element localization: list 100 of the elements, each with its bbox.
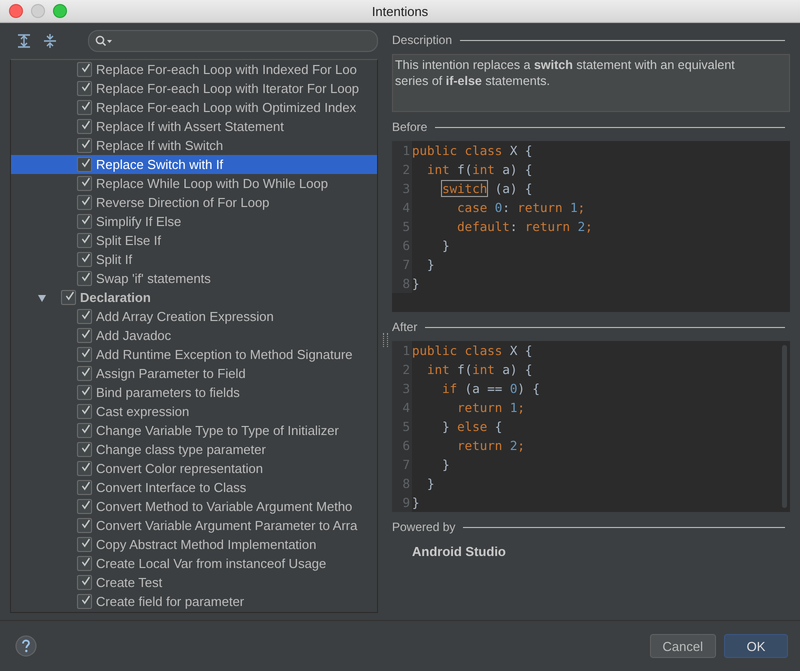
expand-arrow-icon[interactable] <box>37 292 47 302</box>
checkbox[interactable] <box>77 499 92 514</box>
item-label: Add Runtime Exception to Method Signature <box>96 347 353 362</box>
tree-item[interactable]: Change Variable Type to Type of Initializer <box>11 421 377 440</box>
collapse-all-icon[interactable] <box>42 33 58 49</box>
tree-item[interactable]: Split If <box>11 250 377 269</box>
code-line: int f(int a) { <box>426 362 532 377</box>
ok-button[interactable]: OK <box>724 634 788 658</box>
item-label: Swap 'if' statements <box>96 271 211 286</box>
tree-item[interactable]: Replace If with Switch <box>11 136 377 155</box>
item-label: Create Local Var from instanceof Usage <box>96 556 326 571</box>
checkbox[interactable] <box>77 518 92 533</box>
checkbox[interactable] <box>77 347 92 362</box>
plugin-name: Android Studio <box>411 543 507 559</box>
checkbox[interactable] <box>77 537 92 552</box>
checkbox[interactable] <box>77 575 92 590</box>
tree-item[interactable]: Convert Variable Argument Parameter to Arra <box>11 516 377 535</box>
tree-item[interactable]: Add Runtime Exception to Method Signature <box>11 345 377 364</box>
help-icon <box>15 635 37 657</box>
tree-item[interactable]: Reverse Direction of For Loop <box>11 193 377 212</box>
splitter-handle[interactable] <box>383 333 388 347</box>
section-heading: Powered by <box>392 520 456 534</box>
code-line: } else { <box>441 419 502 434</box>
item-label: Convert Color representation <box>96 461 263 476</box>
scrollbar[interactable] <box>782 345 787 508</box>
item-label: Split If <box>96 252 132 267</box>
code-line: } <box>426 257 435 272</box>
tree-item[interactable]: Convert Interface to Class <box>11 478 377 497</box>
tree-item[interactable]: Swap 'if' statements <box>11 269 377 288</box>
tree-item[interactable]: Split Else If <box>11 231 377 250</box>
checkbox[interactable] <box>77 309 92 324</box>
tree-item[interactable]: Create Local Var from instanceof Usage <box>11 554 377 573</box>
checkbox[interactable] <box>77 385 92 400</box>
cancel-button[interactable]: Cancel <box>650 634 716 658</box>
item-label: Split Else If <box>96 233 162 248</box>
checkbox[interactable] <box>77 81 92 96</box>
tree-item[interactable]: Add Javadoc <box>11 326 377 345</box>
checkbox[interactable] <box>61 290 76 305</box>
close-button[interactable] <box>9 4 23 18</box>
code-line: return 2; <box>456 438 525 453</box>
tree-item[interactable]: Copy Abstract Method Implementation <box>11 535 377 554</box>
checkbox[interactable] <box>77 176 92 191</box>
tree-item[interactable]: Create field for parameter <box>11 592 377 611</box>
checkbox[interactable] <box>77 366 92 381</box>
code-line: return 1; <box>456 400 525 415</box>
code-line: public class X { <box>412 143 532 158</box>
tree-item[interactable]: Replace Switch with If <box>11 155 377 174</box>
item-label: Replace If with Assert Statement <box>96 119 284 134</box>
help-button[interactable] <box>15 635 37 657</box>
checkbox[interactable] <box>77 480 92 495</box>
checkbox[interactable] <box>77 138 92 153</box>
zoom-button[interactable] <box>53 4 67 18</box>
tree-item[interactable]: Convert Color representation <box>11 459 377 478</box>
tree-item[interactable]: Replace While Loop with Do While Loop <box>11 174 377 193</box>
tree-item[interactable]: Replace For-each Loop with Iterator For Loop <box>11 79 377 98</box>
checkbox[interactable] <box>77 252 92 267</box>
checkbox[interactable] <box>77 62 92 77</box>
code-line: switch (a) { <box>441 181 532 196</box>
checkbox[interactable] <box>77 157 92 172</box>
item-label: Convert Variable Argument Parameter to Arra <box>96 518 358 533</box>
tree-item[interactable]: Declaration <box>11 288 377 307</box>
item-label: Add Array Creation Expression <box>96 309 274 324</box>
checkbox[interactable] <box>77 442 92 457</box>
item-label: Cast expression <box>96 404 190 419</box>
checkbox[interactable] <box>77 423 92 438</box>
item-label: Replace If with Switch <box>96 138 224 153</box>
tree-item[interactable]: Bind parameters to fields <box>11 383 377 402</box>
tree-item[interactable]: Replace For-each Loop with Optimized Index <box>11 98 377 117</box>
search-field[interactable] <box>88 30 378 52</box>
item-label: Reverse Direction of For Loop <box>96 195 270 210</box>
search-icon <box>95 35 113 47</box>
tree-item[interactable]: Add Array Creation Expression <box>11 307 377 326</box>
item-label: Create Test <box>96 575 162 590</box>
expand-all-icon[interactable] <box>16 33 32 49</box>
checkbox[interactable] <box>77 328 92 343</box>
tree-item[interactable]: Create Test <box>11 573 377 592</box>
checkbox[interactable] <box>77 214 92 229</box>
item-label: Convert Interface to Class <box>96 480 246 495</box>
tree-item[interactable]: Assign Parameter to Field <box>11 364 377 383</box>
tree-item[interactable]: Convert Method to Variable Argument Metho <box>11 497 377 516</box>
item-label: Change class type parameter <box>96 442 266 457</box>
checkbox[interactable] <box>77 195 92 210</box>
checkbox[interactable] <box>77 271 92 286</box>
tree-item[interactable]: Replace For-each Loop with Indexed For Loo <box>11 60 377 79</box>
tree-item[interactable]: Replace If with Assert Statement <box>11 117 377 136</box>
checkbox[interactable] <box>77 404 92 419</box>
checkbox[interactable] <box>77 594 92 609</box>
tree-item[interactable]: Simplify If Else <box>11 212 377 231</box>
item-label: Declaration <box>80 290 151 305</box>
item-label: Bind parameters to fields <box>96 385 240 400</box>
checkbox[interactable] <box>77 461 92 476</box>
item-label: Assign Parameter to Field <box>96 366 246 381</box>
code-line: case 0: return 1; <box>456 200 586 215</box>
checkbox[interactable] <box>77 233 92 248</box>
tree-item[interactable]: Cast expression <box>11 402 377 421</box>
checkbox[interactable] <box>77 556 92 571</box>
item-label: Copy Abstract Method Implementation <box>96 537 316 552</box>
tree-item[interactable]: Change class type parameter <box>11 440 377 459</box>
checkbox[interactable] <box>77 119 92 134</box>
checkbox[interactable] <box>77 100 92 115</box>
